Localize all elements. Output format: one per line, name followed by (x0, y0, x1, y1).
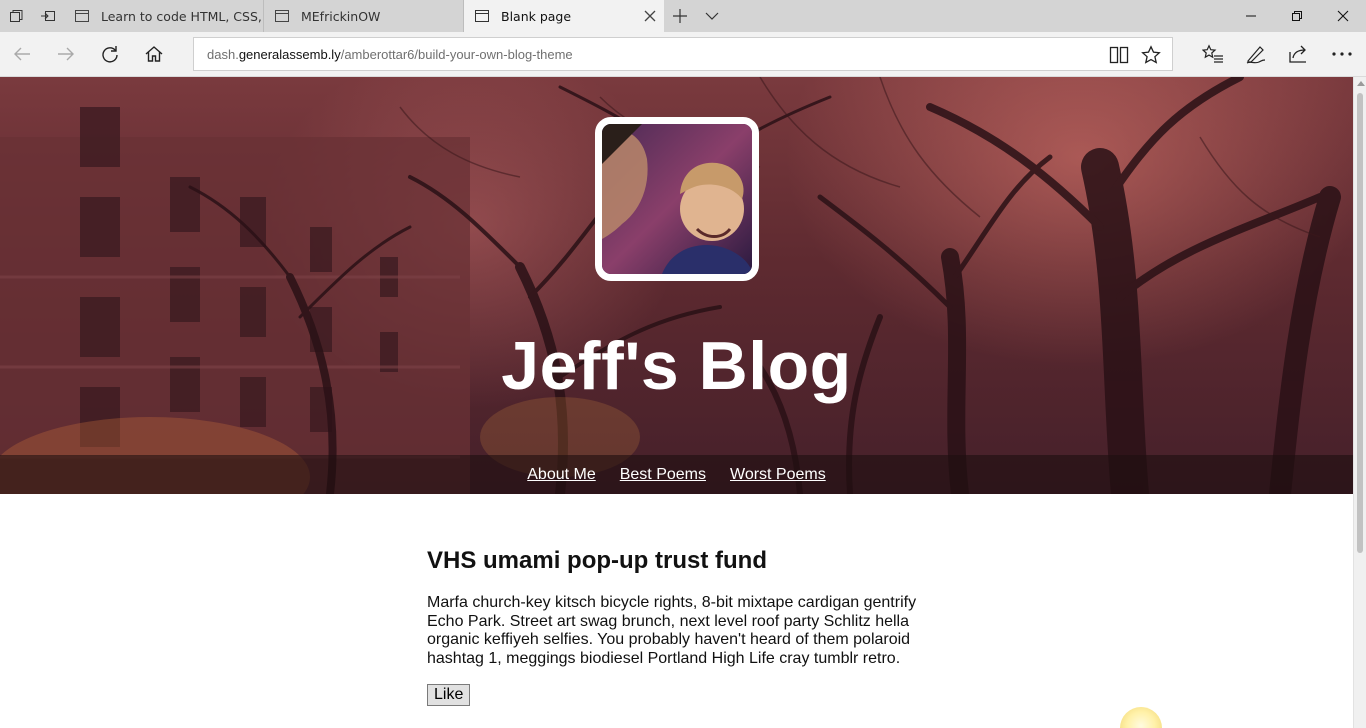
more-icon[interactable] (1324, 38, 1360, 70)
address-bar[interactable]: dash.generalassemb.ly/amberottar6/build-… (193, 37, 1173, 71)
forward-arrow-icon[interactable] (48, 38, 84, 70)
restore-icon[interactable] (1274, 0, 1320, 32)
page-icon (75, 10, 89, 22)
avatar (595, 117, 759, 281)
scroll-up-arrow-icon[interactable] (1357, 81, 1365, 86)
post-body: Marfa church-key kitsch bicycle rights, … (427, 594, 917, 667)
back-arrow-icon[interactable] (4, 38, 40, 70)
tab-title: Blank page (501, 8, 572, 24)
page-viewport: Jeff's Blog About Me Best Poems Worst Po… (0, 77, 1353, 728)
refresh-icon[interactable] (92, 38, 128, 70)
favorites-list-icon[interactable] (1195, 38, 1231, 70)
blog-nav: About Me Best Poems Worst Poems (0, 455, 1353, 494)
star-icon[interactable] (1140, 44, 1162, 66)
nav-link-best-poems[interactable]: Best Poems (620, 466, 706, 484)
set-aside-icon[interactable] (32, 0, 64, 32)
tab-learn-to-code[interactable]: Learn to code HTML, CSS, a (64, 0, 264, 32)
tab-mefrickinow[interactable]: MEfrickinOW (264, 0, 464, 32)
page-icon (475, 10, 489, 22)
url-path: /amberottar6/build-your-own-blog-theme (340, 47, 573, 62)
sun-decoration (1120, 707, 1162, 728)
scroll-thumb[interactable] (1357, 93, 1363, 553)
header-banner: Jeff's Blog About Me Best Poems Worst Po… (0, 77, 1353, 494)
tab-blank-page[interactable]: Blank page (464, 0, 664, 32)
chevron-down-icon[interactable] (696, 0, 728, 32)
minimize-icon[interactable] (1228, 0, 1274, 32)
navigation-toolbar: dash.generalassemb.ly/amberottar6/build-… (0, 32, 1366, 77)
plus-icon[interactable] (664, 0, 696, 32)
url-prefix: dash. (207, 47, 239, 62)
tab-strip: Learn to code HTML, CSS, a MEfrickinOW B… (0, 0, 1366, 32)
pen-icon[interactable] (1238, 38, 1274, 70)
profile-photo (602, 124, 752, 274)
like-button[interactable]: Like (427, 684, 471, 706)
nav-link-worst-poems[interactable]: Worst Poems (730, 466, 826, 484)
close-window-icon[interactable] (1320, 0, 1366, 32)
page-icon (275, 10, 289, 22)
url-host: generalassemb.ly (238, 47, 341, 62)
close-tab-icon[interactable] (642, 8, 658, 24)
vertical-scrollbar[interactable] (1353, 77, 1366, 728)
url-text[interactable]: dash.generalassemb.ly/amberottar6/build-… (207, 47, 573, 62)
share-icon[interactable] (1281, 38, 1317, 70)
nav-link-about-me[interactable]: About Me (527, 466, 595, 484)
post-title: VHS umami pop-up trust fund (427, 547, 767, 574)
tab-manager-icon[interactable] (0, 0, 32, 32)
tab-title: Learn to code HTML, CSS, a (101, 8, 263, 24)
blog-title: Jeff's Blog (501, 328, 852, 404)
tab-title: MEfrickinOW (301, 8, 381, 24)
blog-post: VHS umami pop-up trust fund Marfa church… (427, 547, 927, 706)
home-icon[interactable] (136, 38, 172, 70)
book-icon[interactable] (1108, 44, 1130, 66)
